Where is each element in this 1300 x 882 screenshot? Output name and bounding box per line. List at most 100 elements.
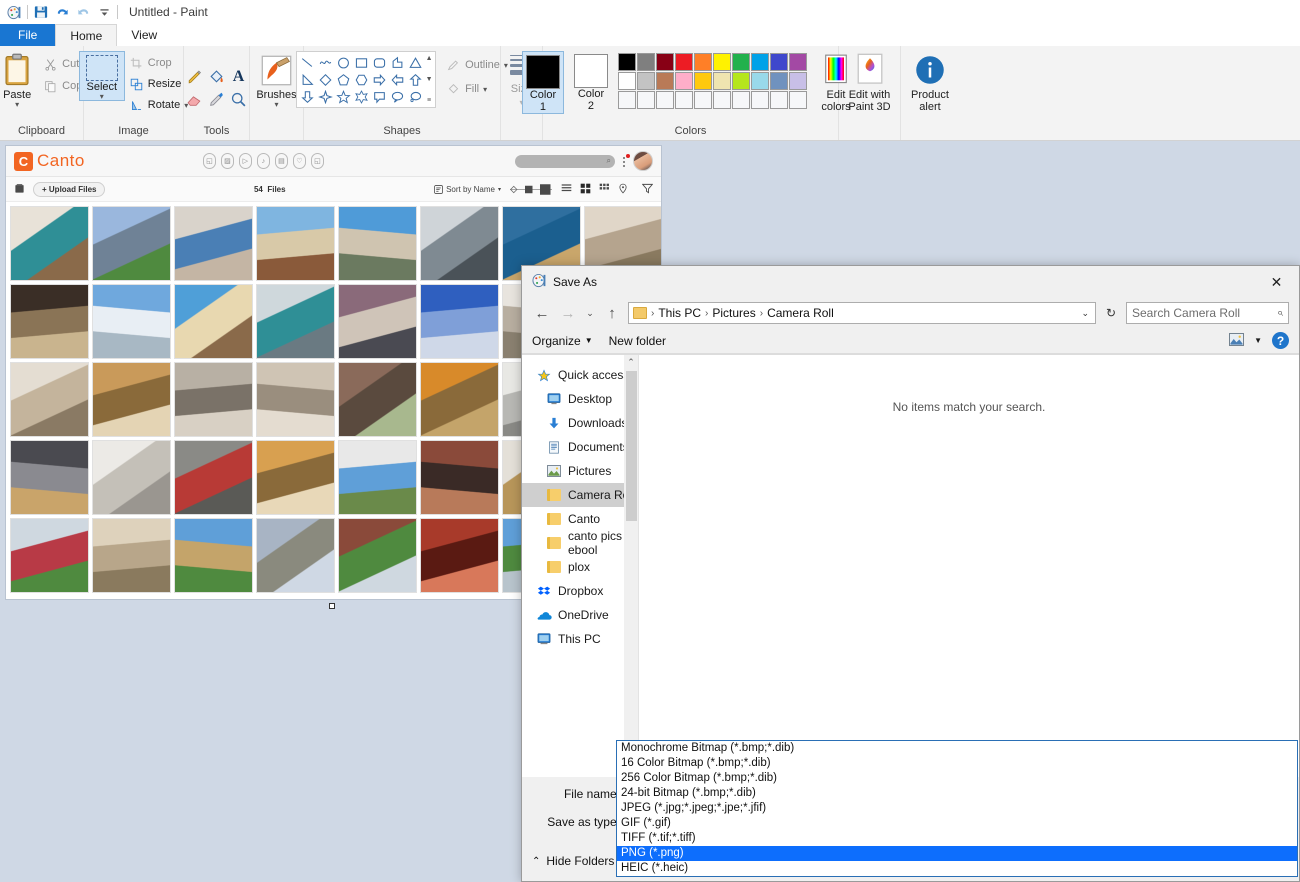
palette-swatch-2-2[interactable]: [656, 91, 674, 109]
text-icon[interactable]: A: [228, 66, 250, 88]
thumbnail-20[interactable]: [338, 362, 417, 437]
rotate-button[interactable]: Rotate ▾: [129, 95, 188, 115]
shape-hexagon-icon[interactable]: [352, 71, 370, 88]
navigation-scrollbar[interactable]: ⌃ ⌄: [624, 355, 638, 777]
help-icon[interactable]: ?: [1272, 332, 1289, 349]
thumbnail-size-slider[interactable]: [510, 184, 552, 195]
breadcrumb-item-0[interactable]: This PC: [658, 306, 701, 320]
palette-swatch-2-9[interactable]: [789, 91, 807, 109]
recent-locations-icon[interactable]: ⌄: [584, 302, 596, 324]
redo-icon[interactable]: [75, 4, 91, 20]
thumbnail-16[interactable]: [10, 362, 89, 437]
savetype-option-6[interactable]: TIFF (*.tif;*.tiff): [617, 831, 1297, 846]
nav-item-pictures[interactable]: Pictures⚲: [522, 459, 638, 483]
thumbnail-17[interactable]: [92, 362, 171, 437]
palette-swatch-1-7[interactable]: [751, 72, 769, 90]
shape-cloud-callout-icon[interactable]: [406, 88, 424, 105]
sort-by-control[interactable]: Sort by Name▾: [434, 185, 501, 194]
palette-swatch-0-3[interactable]: [675, 53, 693, 71]
shape-line-icon[interactable]: [298, 54, 316, 71]
upload-files-button[interactable]: + Upload Files: [33, 182, 105, 197]
thumbnail-35[interactable]: [256, 518, 335, 593]
eraser-icon[interactable]: [184, 88, 206, 110]
breadcrumb[interactable]: › This PC › Pictures › Camera Roll ⌄: [628, 302, 1096, 324]
shape-left-arrow-icon[interactable]: [388, 71, 406, 88]
nav-item-dropbox[interactable]: Dropbox: [522, 579, 638, 603]
nav-item-canto-pics-ebool[interactable]: canto pics ebool: [522, 531, 638, 555]
palette-swatch-2-1[interactable]: [637, 91, 655, 109]
savetype-option-3[interactable]: 24-bit Bitmap (*.bmp;*.dib): [617, 786, 1297, 801]
shape-triangle-icon[interactable]: [406, 54, 424, 71]
all-assets-icon[interactable]: ◱: [203, 153, 216, 169]
color2-button[interactable]: Color2: [570, 51, 612, 112]
shape-oval-icon[interactable]: [334, 54, 352, 71]
palette-swatch-2-6[interactable]: [732, 91, 750, 109]
palette-swatch-2-4[interactable]: [694, 91, 712, 109]
thumbnail-9[interactable]: [92, 284, 171, 359]
color-picker-icon[interactable]: [206, 88, 228, 110]
savetype-options-list[interactable]: Monochrome Bitmap (*.bmp;*.dib)16 Color …: [616, 740, 1298, 877]
thumbnail-5[interactable]: [420, 206, 499, 281]
up-icon[interactable]: ↑: [602, 302, 622, 324]
thumbnail-29[interactable]: [420, 440, 499, 515]
thumbnail-12[interactable]: [338, 284, 417, 359]
undo-icon[interactable]: [54, 4, 70, 20]
collection-icon[interactable]: [14, 183, 25, 196]
list-view-icon[interactable]: [561, 183, 572, 196]
breadcrumb-item-1[interactable]: Pictures: [712, 306, 755, 320]
palette-swatch-0-7[interactable]: [751, 53, 769, 71]
tile-view-icon[interactable]: [599, 183, 610, 196]
presentation-icon[interactable]: ♡: [293, 153, 306, 169]
nav-item-downloads[interactable]: Downloads⚲: [522, 411, 638, 435]
tab-file[interactable]: File: [0, 24, 55, 46]
palette-swatch-1-9[interactable]: [789, 72, 807, 90]
thumbnail-18[interactable]: [174, 362, 253, 437]
thumbnail-0[interactable]: [10, 206, 89, 281]
shape-down-arrow-icon[interactable]: [298, 88, 316, 105]
shapes-gallery[interactable]: ▲ ▼ ≡: [296, 51, 436, 108]
nav-item-this-pc[interactable]: This PC: [522, 627, 638, 651]
brushes-button[interactable]: Brushes ▾: [255, 51, 299, 108]
shape-four-point-star-icon[interactable]: [316, 88, 334, 105]
canvas-resize-handle[interactable]: [329, 603, 335, 609]
view-mode-icons[interactable]: [561, 183, 653, 196]
shapes-expand-icon[interactable]: ≡: [427, 97, 431, 104]
savetype-option-4[interactable]: JPEG (*.jpg;*.jpeg;*.jpe;*.jfif): [617, 801, 1297, 816]
canto-more-menu[interactable]: [621, 154, 629, 168]
savetype-option-5[interactable]: GIF (*.gif): [617, 816, 1297, 831]
shape-right-arrow-icon[interactable]: [370, 71, 388, 88]
navigation-pane[interactable]: Quick accessDesktop⚲Downloads⚲Documents⚲…: [522, 355, 638, 777]
palette-swatch-1-1[interactable]: [637, 72, 655, 90]
shape-polygon-icon[interactable]: [388, 54, 406, 71]
thumbnail-19[interactable]: [256, 362, 335, 437]
customize-qat-icon[interactable]: [96, 4, 112, 20]
map-view-icon[interactable]: [618, 183, 628, 196]
shapes-scroll-up-icon[interactable]: ▲: [426, 55, 433, 62]
hide-folders-button[interactable]: ⌃ Hide Folders: [532, 854, 614, 868]
shape-right-triangle-icon[interactable]: [298, 71, 316, 88]
palette-swatch-2-3[interactable]: [675, 91, 693, 109]
thumbnail-25[interactable]: [92, 440, 171, 515]
palette-swatch-1-8[interactable]: [770, 72, 788, 90]
nav-item-onedrive[interactable]: OneDrive: [522, 603, 638, 627]
nav-item-camera-roll[interactable]: Camera Roll: [522, 483, 638, 507]
palette-swatch-1-0[interactable]: [618, 72, 636, 90]
palette-swatch-1-2[interactable]: [656, 72, 674, 90]
shape-rounded-callout-icon[interactable]: [370, 88, 388, 105]
canto-search-input[interactable]: ⌕: [515, 155, 615, 168]
edit-with-paint3d-button[interactable]: Edit withPaint 3D: [842, 51, 898, 113]
brushes-dropdown-caret[interactable]: ▾: [274, 101, 278, 108]
thumbnail-21[interactable]: [420, 362, 499, 437]
thumbnail-11[interactable]: [256, 284, 335, 359]
thumbnail-34[interactable]: [174, 518, 253, 593]
image-icon[interactable]: ▨: [221, 153, 234, 169]
palette-swatch-1-4[interactable]: [694, 72, 712, 90]
shape-diamond-icon[interactable]: [316, 71, 334, 88]
forward-icon[interactable]: →: [558, 302, 578, 324]
shape-up-arrow-icon[interactable]: [406, 71, 424, 88]
nav-item-desktop[interactable]: Desktop⚲: [522, 387, 638, 411]
other-icon[interactable]: ◱: [311, 153, 324, 169]
back-icon[interactable]: ←: [532, 302, 552, 324]
breadcrumb-dropdown-icon[interactable]: ⌄: [1081, 308, 1091, 319]
filter-icon[interactable]: [642, 183, 653, 196]
